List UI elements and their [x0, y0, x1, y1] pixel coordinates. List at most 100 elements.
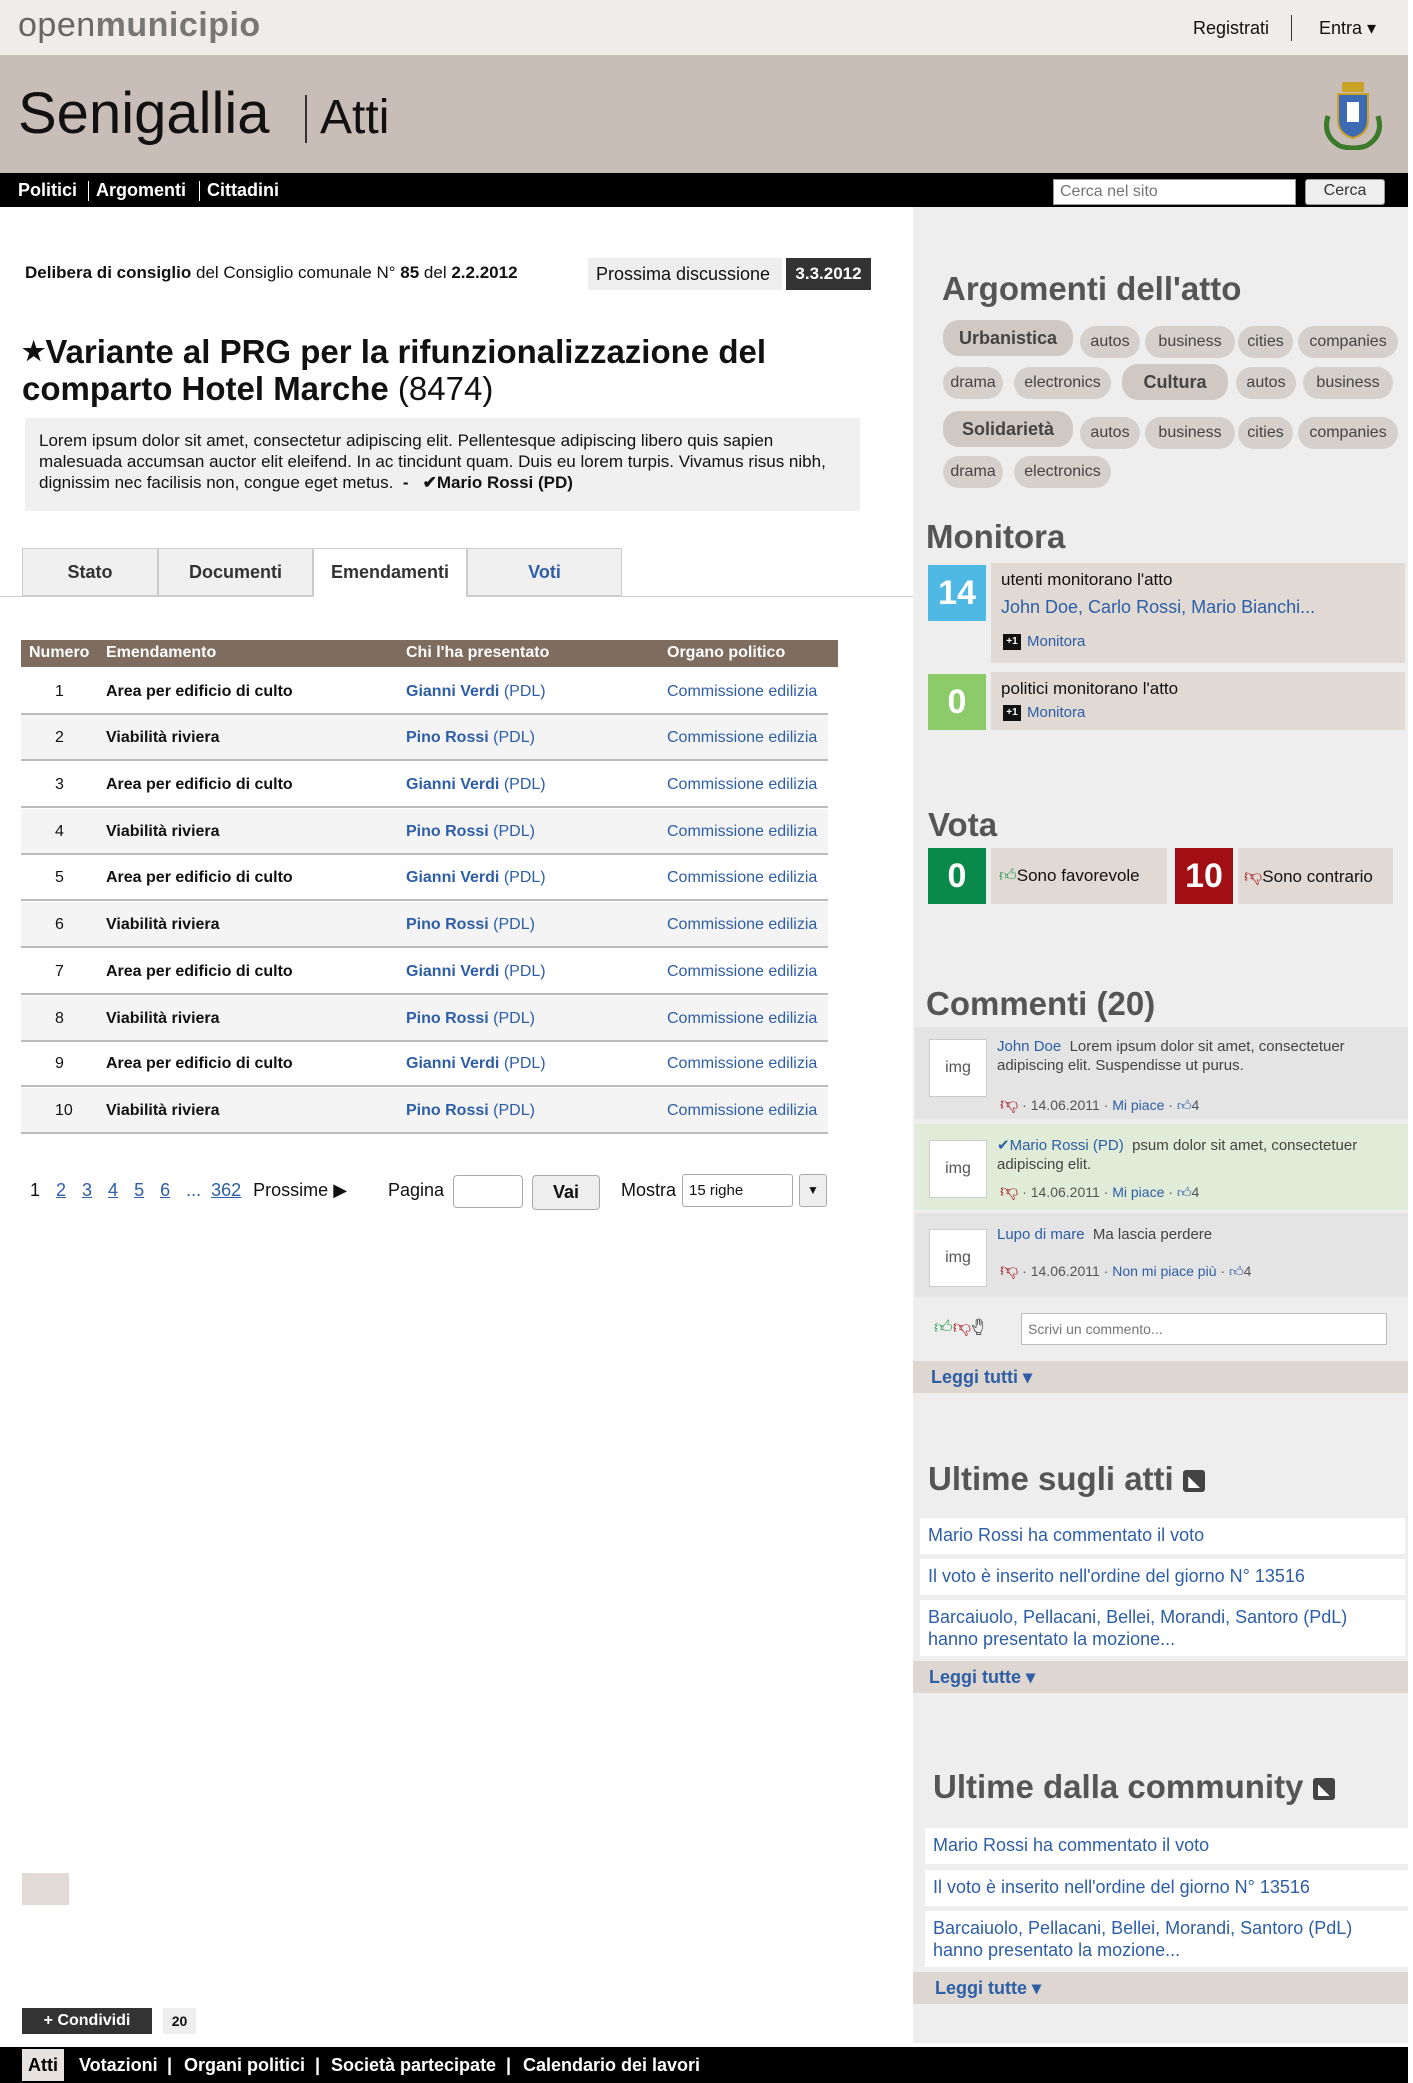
- author-link[interactable]: ✔Mario Rossi (PD): [423, 473, 573, 492]
- party-link[interactable]: (PDL): [504, 963, 546, 980]
- tab-documenti[interactable]: Documenti: [158, 548, 313, 596]
- topic-tag[interactable]: autos: [1080, 326, 1140, 358]
- topic-tag[interactable]: drama: [943, 367, 1003, 399]
- search-input[interactable]: [1053, 179, 1296, 205]
- search-button[interactable]: Cerca: [1305, 179, 1385, 205]
- thumbs-down-icon[interactable]: 👎︎: [1000, 1094, 1018, 1114]
- page-link[interactable]: 6: [160, 1180, 170, 1200]
- footer-calendario[interactable]: Calendario dei lavori: [523, 2055, 700, 2076]
- party-link[interactable]: (PDL): [493, 823, 535, 840]
- rows-select[interactable]: 15 righe: [682, 1174, 793, 1207]
- organ-link[interactable]: Commissione edilizia: [667, 869, 817, 887]
- community-item[interactable]: Mario Rossi ha commentato il voto: [925, 1828, 1410, 1864]
- presenter-link[interactable]: Gianni Verdi: [406, 683, 499, 700]
- organ-link[interactable]: Commissione edilizia: [667, 776, 817, 794]
- topic-tag[interactable]: autos: [1080, 417, 1140, 449]
- tab-voti[interactable]: Voti: [467, 548, 622, 596]
- party-link[interactable]: (PDL): [504, 776, 546, 793]
- amendment-title[interactable]: Area per edificio di culto: [106, 869, 293, 887]
- rss-icon[interactable]: ◣: [1182, 1470, 1205, 1493]
- presenter-link[interactable]: Gianni Verdi: [406, 776, 499, 793]
- users-monitor-names[interactable]: John Doe, Carlo Rossi, Mario Bianchi...: [1001, 597, 1315, 618]
- page-link[interactable]: 4: [108, 1180, 118, 1200]
- amendment-title[interactable]: Viabilità riviera: [106, 916, 220, 934]
- organ-link[interactable]: Commissione edilizia: [667, 963, 817, 981]
- favorable-button[interactable]: 👍︎Sono favorevole: [991, 848, 1167, 904]
- amendment-title[interactable]: Viabilità riviera: [106, 1102, 220, 1120]
- like-link[interactable]: Non mi piace più: [1112, 1263, 1216, 1279]
- footer-atti[interactable]: Atti: [22, 2049, 64, 2081]
- monitor-link[interactable]: Monitora: [1027, 633, 1085, 650]
- nav-politici[interactable]: Politici: [18, 180, 77, 201]
- party-link[interactable]: (PDL): [504, 1055, 546, 1072]
- like-link[interactable]: Mi piace: [1112, 1097, 1164, 1113]
- party-link[interactable]: (PDL): [504, 683, 546, 700]
- site-logo[interactable]: openmunicipio: [18, 6, 261, 45]
- read-all-community[interactable]: Leggi tutte ▾: [913, 1972, 1408, 2004]
- party-link[interactable]: (PDL): [493, 916, 535, 933]
- star-icon[interactable]: ★: [22, 336, 45, 366]
- presenter-link[interactable]: Gianni Verdi: [406, 963, 499, 980]
- share-button[interactable]: + Condividi: [22, 2008, 152, 2034]
- amendment-title[interactable]: Viabilità riviera: [106, 729, 220, 747]
- comment-input[interactable]: [1021, 1313, 1387, 1345]
- contrary-button[interactable]: 👎︎Sono contrario: [1238, 848, 1393, 904]
- topic-tag[interactable]: Cultura: [1122, 364, 1228, 400]
- organ-link[interactable]: Commissione edilizia: [667, 823, 817, 841]
- page-link[interactable]: 5: [134, 1180, 144, 1200]
- page-link[interactable]: 2: [56, 1180, 66, 1200]
- community-item[interactable]: Il voto è inserito nell'ordine del giorn…: [925, 1870, 1410, 1906]
- thumbs-down-icon[interactable]: 👎︎: [1000, 1181, 1018, 1201]
- topic-tag[interactable]: Urbanistica: [943, 320, 1073, 356]
- topic-tag[interactable]: electronics: [1014, 367, 1111, 399]
- party-link[interactable]: (PDL): [493, 729, 535, 746]
- presenter-link[interactable]: Pino Rossi: [406, 1102, 489, 1119]
- footer-organi-politici[interactable]: Organi politici: [184, 2055, 305, 2076]
- community-item[interactable]: Barcaiuolo, Pellacani, Bellei, Morandi, …: [925, 1911, 1410, 1967]
- amendment-title[interactable]: Area per edificio di culto: [106, 1055, 293, 1073]
- presenter-link[interactable]: Pino Rossi: [406, 916, 489, 933]
- topic-tag[interactable]: drama: [943, 456, 1003, 488]
- presenter-link[interactable]: Pino Rossi: [406, 823, 489, 840]
- amendment-title[interactable]: Area per edificio di culto: [106, 683, 293, 701]
- news-item[interactable]: Mario Rossi ha commentato il voto: [920, 1518, 1405, 1554]
- topic-tag[interactable]: Solidarietà: [943, 411, 1073, 447]
- comment-author[interactable]: John Doe: [997, 1038, 1061, 1055]
- organ-link[interactable]: Commissione edilizia: [667, 916, 817, 934]
- next-pages-link[interactable]: Prossime ▶: [253, 1180, 347, 1200]
- amendment-title[interactable]: Viabilità riviera: [106, 823, 220, 841]
- topic-tag[interactable]: autos: [1236, 367, 1296, 399]
- thumbs-down-icon[interactable]: 👎︎: [1000, 1260, 1018, 1280]
- read-all-comments[interactable]: Leggi tutti ▾: [913, 1361, 1408, 1393]
- organ-link[interactable]: Commissione edilizia: [667, 1055, 817, 1073]
- hand-icon[interactable]: ✋︎: [971, 1317, 983, 1337]
- news-item[interactable]: Il voto è inserito nell'ordine del giorn…: [920, 1559, 1405, 1595]
- like-link[interactable]: Mi piace: [1112, 1184, 1164, 1200]
- presenter-link[interactable]: Gianni Verdi: [406, 1055, 499, 1072]
- presenter-link[interactable]: Gianni Verdi: [406, 869, 499, 886]
- rss-icon[interactable]: ◣: [1312, 1778, 1335, 1801]
- login-dropdown[interactable]: Entra ▾: [1319, 18, 1376, 39]
- chevron-down-icon[interactable]: ▼: [799, 1174, 827, 1207]
- party-link[interactable]: (PDL): [493, 1102, 535, 1119]
- organ-link[interactable]: Commissione edilizia: [667, 1010, 817, 1028]
- amendment-title[interactable]: Area per edificio di culto: [106, 776, 293, 794]
- topic-tag[interactable]: business: [1303, 367, 1393, 399]
- presenter-link[interactable]: Pino Rossi: [406, 729, 489, 746]
- comment-author[interactable]: Lupo di mare: [997, 1226, 1085, 1243]
- nav-cittadini[interactable]: Cittadini: [207, 180, 279, 201]
- thumbs-up-icon[interactable]: 👍︎: [934, 1317, 953, 1337]
- page-input[interactable]: [453, 1175, 523, 1208]
- footer-societa-partecipate[interactable]: Società partecipate: [331, 2055, 496, 2076]
- party-link[interactable]: (PDL): [493, 1010, 535, 1027]
- organ-link[interactable]: Commissione edilizia: [667, 729, 817, 747]
- amendment-title[interactable]: Area per edificio di culto: [106, 963, 293, 981]
- page-link[interactable]: 3: [82, 1180, 92, 1200]
- monitor-link[interactable]: Monitora: [1027, 704, 1085, 721]
- tab-emendamenti[interactable]: Emendamenti: [313, 548, 467, 597]
- go-button[interactable]: Vai: [532, 1175, 600, 1210]
- organ-link[interactable]: Commissione edilizia: [667, 683, 817, 701]
- amendment-title[interactable]: Viabilità riviera: [106, 1010, 220, 1028]
- topic-tag[interactable]: cities: [1238, 326, 1293, 358]
- footer-votazioni[interactable]: Votazioni: [79, 2055, 158, 2076]
